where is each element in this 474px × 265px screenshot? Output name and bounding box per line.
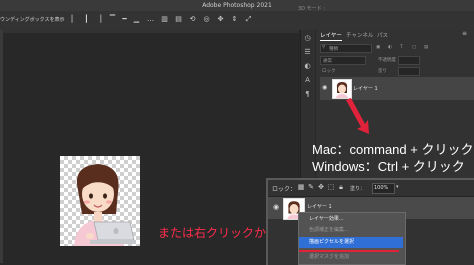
tab-layers[interactable]: レイヤー <box>320 31 342 41</box>
opacity-field[interactable] <box>398 56 420 65</box>
filter-smart-icon[interactable]: ▤ <box>424 45 428 50</box>
tools-panel[interactable] <box>0 30 3 263</box>
inset-fill-field[interactable]: 100% <box>372 183 395 194</box>
blend-mode-value: 通常 <box>323 59 332 64</box>
tab-channels[interactable]: チャンネル <box>346 31 373 39</box>
chevron-down-icon[interactable]: ▾ <box>396 184 399 190</box>
rotate-3d-icon[interactable]: ⟲ <box>188 15 197 24</box>
panel-menu-icon[interactable]: ≡ <box>462 30 467 37</box>
align-left-icon[interactable]: ▏ <box>70 15 79 24</box>
drag-3d-icon[interactable]: ✥ <box>216 15 225 24</box>
menu-item-add-mask[interactable]: 選択マスクを追加 <box>299 252 403 263</box>
align-right-icon[interactable]: ▕ <box>94 15 103 24</box>
lock-all-icon[interactable]: 🔒︎ <box>337 183 345 191</box>
inset-fill-label: 塗り： <box>350 186 366 192</box>
mode-3d-label: 3D モード : <box>298 6 325 12</box>
blend-mode-select[interactable]: 通常 <box>320 56 366 65</box>
character-icon[interactable]: A <box>303 76 312 85</box>
show-bounding-box-checkbox[interactable]: ウンディングボックスを表示 <box>0 16 65 23</box>
layer-filter-icons[interactable]: ▣ ◐ T ▢ ▤ <box>376 45 456 51</box>
character-illustration <box>74 164 136 246</box>
opacity-label: 不透明度 <box>378 58 396 63</box>
filter-shape-icon[interactable]: ▢ <box>412 45 416 50</box>
inset-visibility-eye-icon[interactable]: ◉ <box>273 203 279 211</box>
tab-paths[interactable]: パス <box>377 31 388 39</box>
lock-artboard-icon[interactable]: ⬚ <box>327 183 335 191</box>
lock-paint-icon[interactable]: ✎ <box>307 183 315 191</box>
fill-label: 塗り <box>378 69 387 74</box>
filter-pixel-icon[interactable]: ▣ <box>376 45 380 50</box>
lock-move-icon[interactable]: ✥ <box>317 183 325 191</box>
kind-filter-value: 種類 <box>329 47 338 52</box>
lock-transparent-icon[interactable]: ▦ <box>297 183 305 191</box>
properties-icon[interactable]: ☰ <box>303 48 312 57</box>
inset-lock-label: ロック： <box>272 186 297 193</box>
visibility-eye-icon[interactable]: ◉ <box>322 84 327 91</box>
lock-label: ロック <box>322 69 336 74</box>
align-top-icon[interactable]: ▔ <box>108 15 117 24</box>
menu-item-select-pixels[interactable]: 描画ピクセルを選択 <box>299 237 403 248</box>
slide-3d-icon[interactable]: ⇕ <box>230 15 239 24</box>
layer-name[interactable]: レイヤー 1 <box>353 85 378 92</box>
menu-item-edit-adjustment[interactable]: 色調補正を編集... <box>299 225 403 236</box>
fill-field[interactable] <box>398 67 420 76</box>
align-middle-icon[interactable]: ━ <box>120 15 129 24</box>
inset-layer-name[interactable]: レイヤー 1 <box>307 203 332 210</box>
annotation-windows: Windows：Ctrl + クリック <box>312 159 465 174</box>
filter-adjust-icon[interactable]: ◐ <box>388 45 392 50</box>
search-icon: ⚲ <box>322 45 326 50</box>
distribute-vertical-icon[interactable]: ▤ <box>174 15 183 24</box>
align-bottom-icon[interactable]: ▁ <box>132 15 141 24</box>
app-title: Adobe Photoshop 2021 <box>202 2 272 9</box>
annotation-right-click: または右クリックから <box>158 226 279 240</box>
menu-item-layer-effects[interactable]: レイヤー効果... <box>299 214 403 225</box>
history-icon[interactable]: ◷ <box>303 34 312 43</box>
more-options-icon[interactable]: … <box>146 15 155 24</box>
paragraph-icon[interactable]: ¶ <box>303 90 312 99</box>
document-tab-strip <box>3 30 299 33</box>
align-center-icon[interactable]: ┃ <box>82 15 91 24</box>
kind-filter-select[interactable]: 種類 <box>320 44 372 53</box>
document-canvas[interactable] <box>60 156 140 246</box>
scale-3d-icon[interactable]: ⤢ <box>244 15 253 24</box>
filter-type-icon[interactable]: T <box>400 45 403 50</box>
distribute-icon[interactable]: ▥ <box>160 15 169 24</box>
roll-3d-icon[interactable]: ◎ <box>202 15 211 24</box>
red-arrow-indicator <box>346 98 369 134</box>
adjustments-icon[interactable]: ◐ <box>303 62 312 71</box>
